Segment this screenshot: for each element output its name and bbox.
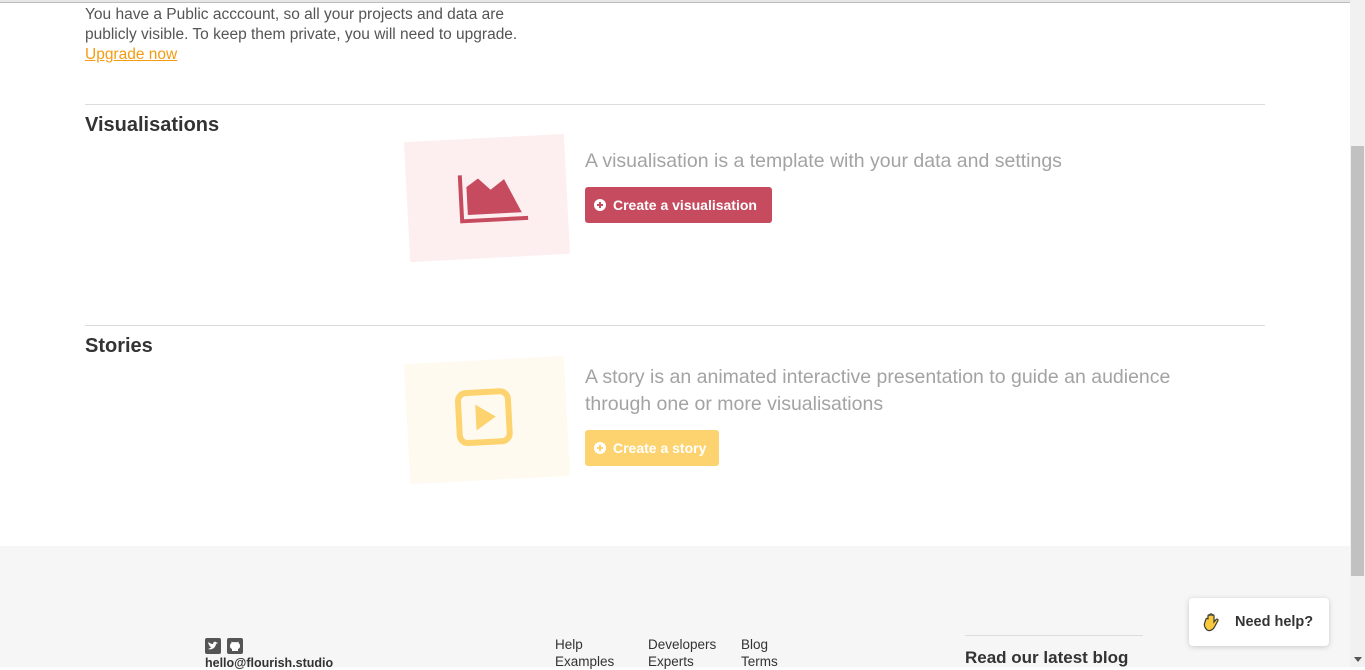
scrollbar-thumb[interactable] — [1351, 146, 1364, 576]
need-help-label: Need help? — [1235, 614, 1314, 630]
plus-circle-icon — [594, 199, 606, 211]
contact-email[interactable]: hello@flourish.studio — [205, 656, 333, 670]
create-story-label: Create a story — [613, 440, 707, 456]
visualisation-description: A visualisation is a template with your … — [585, 150, 1062, 172]
footer-link-help[interactable]: Help — [555, 636, 614, 653]
footer-col-2: Developers Experts — [648, 636, 716, 670]
footer-col-3: Blog Terms — [741, 636, 778, 670]
footer-link-blog[interactable]: Blog — [741, 636, 778, 653]
need-help-button[interactable]: Need help? — [1189, 598, 1329, 646]
visualisations-heading: Visualisations — [85, 114, 220, 136]
create-visualisation-label: Create a visualisation — [613, 197, 757, 213]
waving-hand-icon — [1203, 613, 1219, 632]
play-icon — [454, 388, 513, 447]
blog-divider — [965, 635, 1143, 636]
scroll-down-arrow-icon[interactable] — [1350, 652, 1365, 667]
footer-link-developers[interactable]: Developers — [648, 636, 716, 653]
create-story-button[interactable]: Create a story — [585, 430, 719, 466]
create-visualisation-button[interactable]: Create a visualisation — [585, 187, 772, 223]
stories-heading: Stories — [85, 335, 153, 357]
footer-col-1: Help Examples — [555, 636, 614, 670]
latest-blog-heading[interactable]: Read our latest blog — [965, 648, 1128, 668]
footer-link-terms[interactable]: Terms — [741, 653, 778, 670]
upgrade-link[interactable]: Upgrade now — [85, 46, 177, 63]
visualisation-illustration — [403, 133, 571, 263]
social-links — [205, 638, 243, 654]
story-description: A story is an animated interactive prese… — [585, 366, 1171, 415]
plus-circle-icon — [594, 442, 606, 454]
account-notice: You have a Public acccount, so all your … — [85, 5, 555, 65]
footer-link-examples[interactable]: Examples — [555, 653, 614, 670]
stories-divider — [85, 325, 1265, 326]
account-notice-text: You have a Public acccount, so all your … — [85, 6, 518, 43]
footer-link-experts[interactable]: Experts — [648, 653, 716, 670]
top-divider — [0, 0, 1365, 3]
area-chart-icon — [457, 175, 529, 224]
github-icon[interactable] — [227, 638, 243, 654]
twitter-icon[interactable] — [205, 638, 221, 654]
visualisations-divider — [85, 104, 1265, 105]
story-illustration — [403, 355, 571, 485]
